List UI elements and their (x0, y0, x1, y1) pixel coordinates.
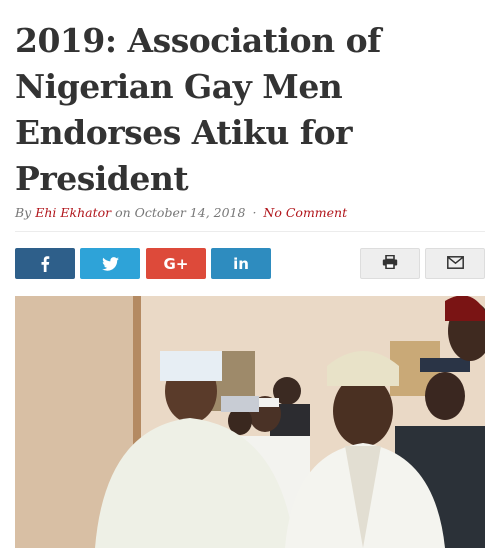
twitter-icon (101, 256, 119, 271)
article-featured-image (15, 296, 485, 548)
byline-separator: · (252, 205, 257, 220)
byline-by: By (15, 205, 32, 220)
byline-on: on (115, 205, 131, 220)
print-button[interactable] (360, 248, 420, 279)
email-button[interactable] (425, 248, 485, 279)
article-title: 2019: Association of Nigerian Gay Men En… (15, 21, 381, 198)
share-facebook-button[interactable] (15, 248, 75, 279)
facebook-icon (40, 255, 50, 272)
google-plus-icon: G+ (163, 254, 189, 273)
linkedin-icon: in (233, 254, 249, 273)
printer-icon (382, 254, 398, 273)
share-linkedin-button[interactable]: in (211, 248, 271, 279)
envelope-icon (446, 254, 464, 273)
share-twitter-button[interactable] (80, 248, 140, 279)
author-link[interactable]: Ehi Ekhator (35, 205, 111, 220)
publish-date: October 14, 2018 (134, 205, 246, 220)
comments-link[interactable]: No Comment (263, 205, 347, 220)
byline-divider (15, 231, 485, 232)
share-google-plus-button[interactable]: G+ (146, 248, 206, 279)
article-byline: By Ehi Ekhator on October 14, 2018 · No … (15, 205, 485, 220)
